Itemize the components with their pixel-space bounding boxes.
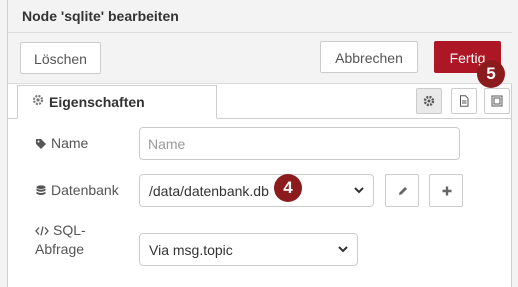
- database-select-value: /data/datenbank.db: [149, 183, 269, 199]
- database-select[interactable]: /data/datenbank.db: [139, 174, 374, 207]
- annotation-badge-4: 4: [274, 174, 302, 202]
- frame-icon: [491, 95, 503, 107]
- delete-button[interactable]: Löschen: [20, 42, 101, 74]
- document-icon: [460, 95, 469, 107]
- properties-panel: Name Name Datenbank /data/datenbank.db S…: [8, 119, 513, 287]
- gear-icon: [32, 94, 44, 106]
- code-icon: [35, 226, 49, 236]
- sql-query-select-value: Via msg.topic: [149, 242, 233, 258]
- database-icon: [36, 185, 46, 196]
- edit-database-button[interactable]: [385, 174, 419, 207]
- edit-node-dialog: Node 'sqlite' bearbeiten Löschen Abbrech…: [7, 0, 513, 287]
- tab-description[interactable]: [451, 88, 477, 114]
- cancel-button[interactable]: Abbrechen: [320, 41, 418, 73]
- annotation-badge-5: 5: [477, 60, 505, 88]
- sql-query-label: SQL- Abfrage: [35, 222, 86, 257]
- sql-query-select[interactable]: Via msg.topic: [139, 233, 358, 266]
- background-right-edge: [512, 0, 518, 287]
- name-input-placeholder: Name: [148, 136, 186, 152]
- tab-settings[interactable]: [416, 88, 442, 114]
- database-label: Datenbank: [35, 182, 119, 198]
- pencil-icon: [399, 187, 407, 195]
- tab-properties[interactable]: Eigenschaften: [17, 85, 217, 119]
- dialog-title: Node 'sqlite' bearbeiten: [22, 8, 179, 24]
- tag-icon: [36, 139, 46, 150]
- gear-icon: [423, 95, 435, 107]
- tab-row: Eigenschaften: [8, 84, 513, 119]
- tab-appearance[interactable]: [484, 88, 510, 114]
- chevron-down-icon: [338, 246, 348, 253]
- dialog-button-bar: Löschen Abbrechen Fertig: [8, 33, 513, 84]
- name-input[interactable]: Name: [139, 127, 460, 160]
- chevron-down-icon: [354, 187, 364, 194]
- tab-properties-label: Eigenschaften: [49, 94, 145, 110]
- dialog-titlebar: Node 'sqlite' bearbeiten: [8, 0, 513, 33]
- plus-icon: [442, 186, 452, 196]
- add-database-button[interactable]: [429, 174, 463, 207]
- name-label: Name: [35, 135, 88, 151]
